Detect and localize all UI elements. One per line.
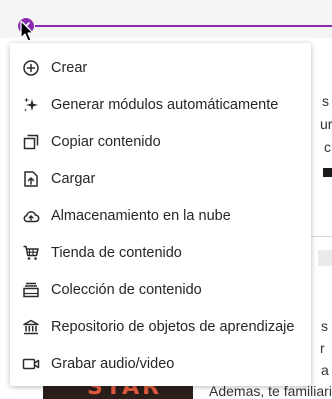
background-text-fragment: s xyxy=(321,318,328,334)
institution-icon xyxy=(22,318,40,336)
menu-item-tienda-contenido[interactable]: Tienda de contenido xyxy=(10,234,311,271)
background-text-fragment: s xyxy=(322,93,329,109)
plus-circle-icon xyxy=(22,59,40,77)
menu-item-label: Generar módulos automáticamente xyxy=(51,96,279,113)
video-camera-icon xyxy=(22,355,40,373)
page: s ur c s r a STAR Ademas, te familiari C… xyxy=(0,0,332,399)
menu-item-copiar-contenido[interactable]: Copiar contenido xyxy=(10,123,311,160)
menu-item-generar-modulos[interactable]: Generar módulos automáticamente xyxy=(10,86,311,123)
background-block xyxy=(318,250,332,266)
background-block xyxy=(323,168,332,177)
menu-item-label: Colección de contenido xyxy=(51,281,202,298)
menu-item-almacenamiento-nube[interactable]: Almacenamiento en la nube xyxy=(10,197,311,234)
menu-item-label: Crear xyxy=(51,59,88,76)
menu-item-label: Tienda de contenido xyxy=(51,244,182,261)
menu-item-cargar[interactable]: Cargar xyxy=(10,160,311,197)
mouse-cursor-icon xyxy=(20,20,34,42)
menu-item-coleccion-contenido[interactable]: Colección de contenido xyxy=(10,271,311,308)
collection-icon xyxy=(22,281,40,299)
upload-icon xyxy=(22,170,40,188)
background-text-fragment: c xyxy=(324,139,331,155)
background-text-fragment: ur xyxy=(320,116,332,132)
cloud-upload-icon xyxy=(22,207,40,225)
menu-item-grabar-audio-video[interactable]: Grabar audio/video xyxy=(10,345,311,382)
add-content-menu: Crear Generar módulos automáticamente Co… xyxy=(10,43,311,386)
menu-item-repositorio-objetos[interactable]: Repositorio de objetos de aprendizaje xyxy=(10,308,311,345)
insert-divider-line xyxy=(30,25,332,27)
sparkle-icon xyxy=(22,96,40,114)
menu-item-crear[interactable]: Crear xyxy=(10,49,311,86)
menu-item-label: Almacenamiento en la nube xyxy=(51,207,231,224)
menu-item-label: Grabar audio/video xyxy=(51,355,175,372)
menu-item-label: Cargar xyxy=(51,170,96,187)
background-text-fragment: r xyxy=(320,340,325,356)
menu-item-label: Copiar contenido xyxy=(51,133,161,150)
menu-item-label: Repositorio de objetos de aprendizaje xyxy=(51,318,295,335)
background-text-fragment: a xyxy=(321,362,329,378)
copy-icon xyxy=(22,133,40,151)
cart-icon xyxy=(22,244,40,262)
